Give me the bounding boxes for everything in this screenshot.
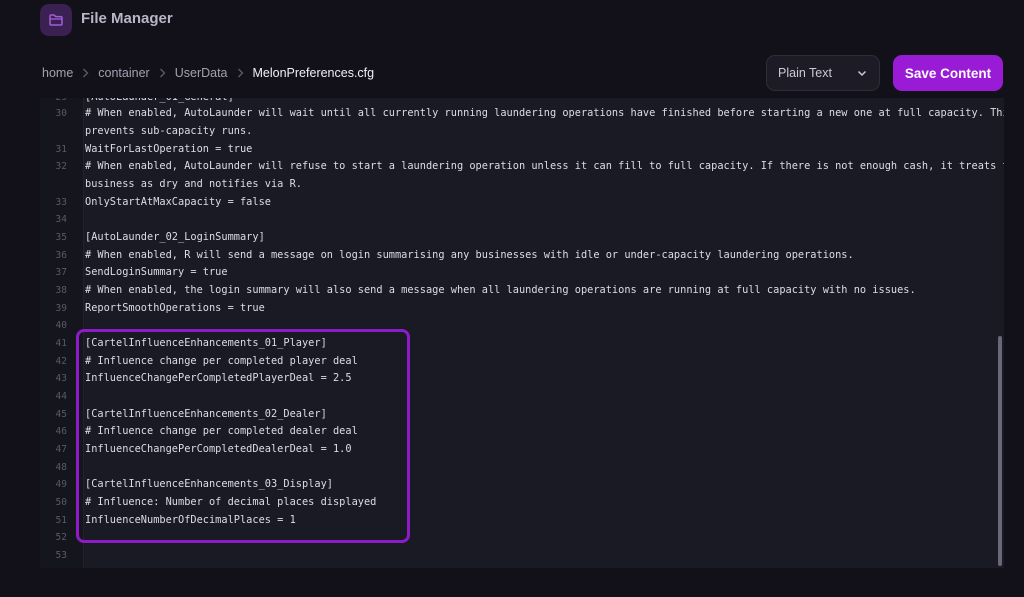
save-content-button[interactable]: Save Content — [893, 55, 1003, 91]
line-number: 48 — [55, 462, 67, 473]
code-line: # When enabled, the login summary will a… — [85, 284, 916, 296]
code-line: InfluenceNumberOfDecimalPlaces = 1 — [85, 514, 296, 526]
line-number: 33 — [55, 197, 67, 208]
line-number: 51 — [55, 515, 67, 526]
line-number: 40 — [55, 320, 67, 331]
code-line: InfluenceChangePerCompletedPlayerDeal = … — [85, 372, 352, 384]
chevron-right-icon — [82, 68, 89, 78]
chevron-right-icon — [237, 68, 244, 78]
code-line: ReportSmoothOperations = true — [85, 302, 265, 314]
code-line: [CartelInfluenceEnhancements_03_Display] — [85, 478, 333, 490]
code-line: SendLoginSummary = true — [85, 266, 228, 278]
line-number: 44 — [55, 391, 67, 402]
editor-scrollbar[interactable] — [998, 336, 1002, 566]
code-editor[interactable]: 29 [AutoLaunder_01_General] 30 # When enabl… — [40, 98, 1004, 568]
chevron-right-icon — [159, 68, 166, 78]
line-number: 29 — [40, 98, 67, 103]
code-line: InfluenceChangePerCompletedDealerDeal = … — [85, 443, 352, 455]
code-line: # Influence: Number of decimal places di… — [85, 496, 377, 508]
line-number: 49 — [55, 479, 67, 490]
code-line: # When enabled, AutoLaunder will wait un… — [85, 107, 1004, 119]
folder-icon — [40, 4, 72, 36]
line-number: 36 — [55, 250, 67, 261]
format-select-value: Plain Text — [778, 66, 832, 80]
code-line: business as dry and notifies via R. — [85, 178, 302, 190]
code-line: # Influence change per completed player … — [85, 355, 358, 367]
line-number: 52 — [55, 532, 67, 543]
code-line: OnlyStartAtMaxCapacity = false — [85, 196, 271, 208]
code-line: # When enabled, R will send a message on… — [85, 249, 854, 261]
code-line: # When enabled, AutoLaunder will refuse … — [85, 160, 1004, 172]
line-number: 47 — [55, 444, 67, 455]
code-line: prevents sub-capacity runs. — [85, 125, 253, 137]
line-number: 42 — [55, 356, 67, 367]
code-line: [CartelInfluenceEnhancements_02_Dealer] — [85, 408, 327, 420]
breadcrumb-current-file: MelonPreferences.cfg — [252, 66, 375, 80]
line-number: 43 — [55, 373, 67, 384]
code-line: [AutoLaunder_02_LoginSummary] — [85, 231, 265, 243]
line-number: 53 — [55, 550, 67, 561]
format-select[interactable]: Plain Text — [766, 55, 880, 91]
app-header: File Manager — [0, 0, 1024, 40]
app-title: File Manager — [81, 10, 173, 27]
line-number: 45 — [55, 409, 67, 420]
breadcrumb-userdata[interactable]: UserData — [175, 66, 228, 80]
breadcrumb-container[interactable]: container — [98, 66, 149, 80]
breadcrumb: home container UserData MelonPreferences… — [42, 64, 374, 82]
line-number: 31 — [55, 144, 67, 155]
line-number: 34 — [55, 214, 67, 225]
line-number: 46 — [55, 426, 67, 437]
line-number: 37 — [55, 267, 67, 278]
code-line: WaitForLastOperation = true — [85, 143, 253, 155]
line-number: 32 — [55, 161, 67, 172]
breadcrumb-home[interactable]: home — [42, 66, 73, 80]
chevron-down-icon — [857, 66, 867, 80]
line-number: 39 — [55, 303, 67, 314]
line-number: 41 — [55, 338, 67, 349]
code-line: [CartelInfluenceEnhancements_01_Player] — [85, 337, 327, 349]
line-number: 50 — [55, 497, 67, 508]
line-number: 38 — [55, 285, 67, 296]
line-number: 35 — [55, 232, 67, 243]
line-number: 30 — [55, 108, 67, 119]
code-line: # Influence change per completed dealer … — [85, 425, 358, 437]
code-line: [AutoLaunder_01_General] — [85, 98, 234, 103]
